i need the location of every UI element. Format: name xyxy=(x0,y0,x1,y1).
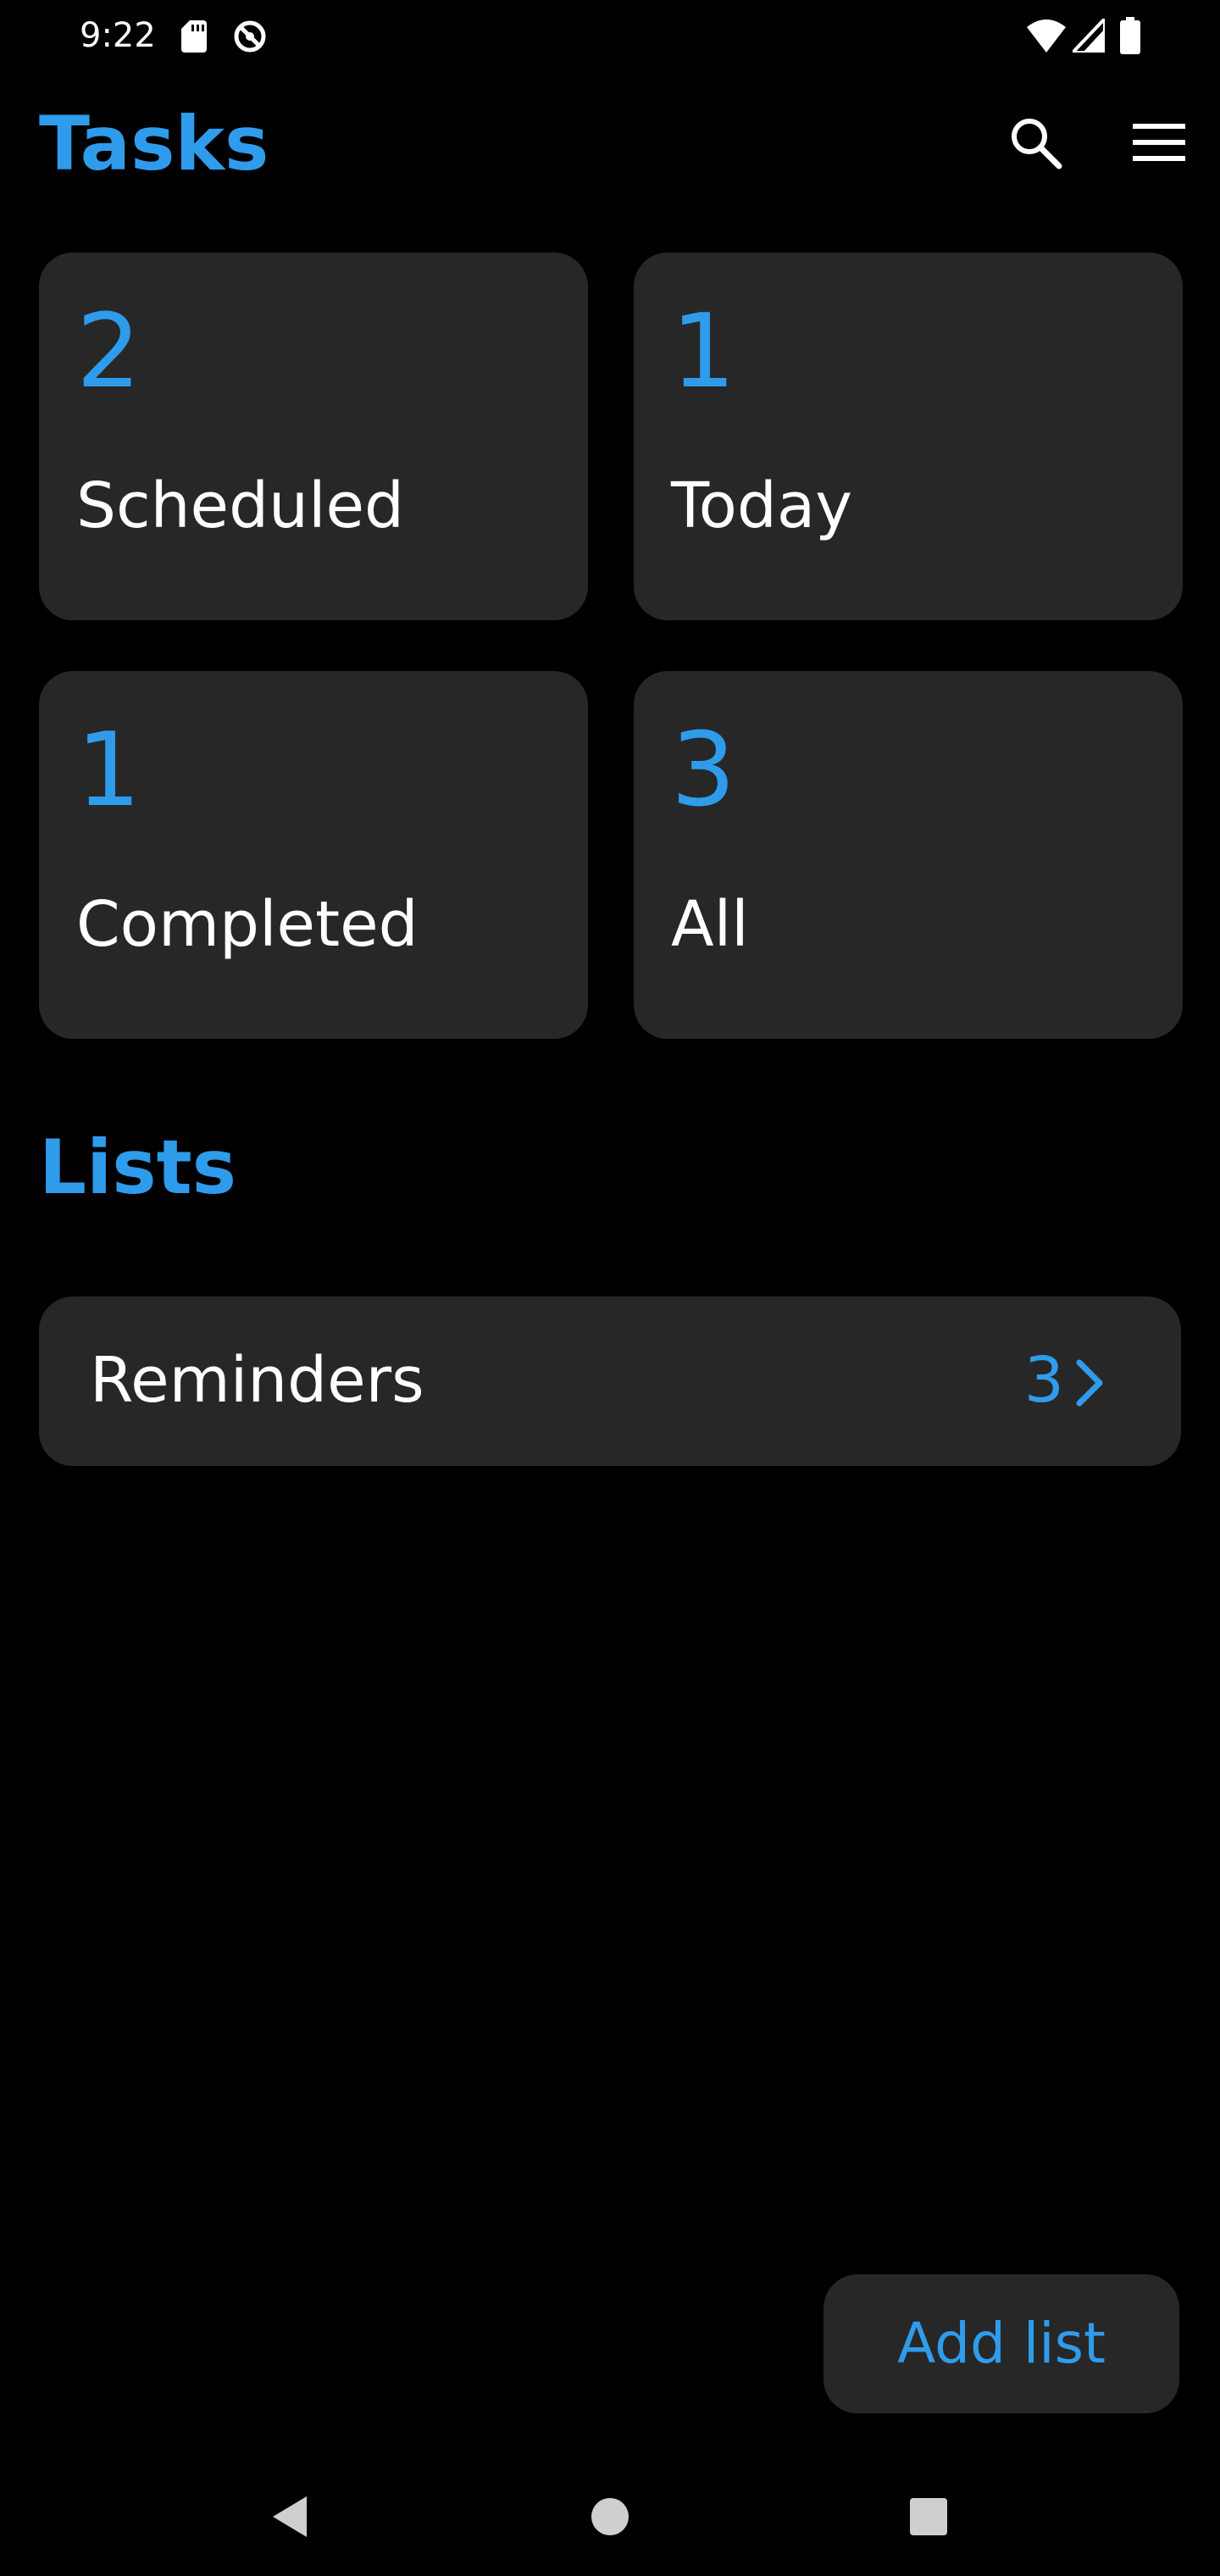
nav-home-button[interactable] xyxy=(559,2474,661,2559)
add-list-button[interactable]: Add list xyxy=(824,2274,1179,2413)
status-time: 9:22 xyxy=(80,16,156,55)
all-count: 3 xyxy=(671,712,736,830)
wifi-icon xyxy=(1027,19,1066,53)
all-label: All xyxy=(671,888,749,961)
menu-button[interactable] xyxy=(1118,102,1200,183)
scheduled-card[interactable]: 2 Scheduled xyxy=(39,253,588,620)
status-bar: 9:22 xyxy=(0,0,1220,71)
chevron-right-icon xyxy=(1076,1359,1103,1407)
home-icon xyxy=(591,2498,629,2535)
today-label: Today xyxy=(671,469,853,542)
search-button[interactable] xyxy=(995,102,1076,183)
completed-card[interactable]: 1 Completed xyxy=(39,671,588,1039)
completed-label: Completed xyxy=(76,888,419,961)
recents-icon xyxy=(910,2498,947,2535)
list-item-name: Reminders xyxy=(90,1344,424,1417)
sd-card-icon xyxy=(181,20,207,53)
back-icon xyxy=(273,2496,307,2537)
all-card[interactable]: 3 All xyxy=(634,671,1183,1039)
nav-recents-button[interactable] xyxy=(878,2474,979,2559)
today-count: 1 xyxy=(671,293,736,411)
data-saver-icon xyxy=(234,20,266,53)
app-title: Tasks xyxy=(39,100,269,187)
menu-icon xyxy=(1133,124,1185,161)
completed-count: 1 xyxy=(76,712,141,830)
scheduled-count: 2 xyxy=(76,293,141,411)
today-card[interactable]: 1 Today xyxy=(634,253,1183,620)
lists-heading: Lists xyxy=(39,1124,237,1211)
nav-back-button[interactable] xyxy=(239,2474,341,2559)
battery-icon xyxy=(1120,17,1140,54)
list-item-count: 3 xyxy=(1023,1344,1064,1417)
search-icon xyxy=(1012,119,1062,169)
scheduled-label: Scheduled xyxy=(76,469,405,542)
cellular-signal-icon xyxy=(1073,19,1105,53)
list-item-reminders[interactable]: Reminders 3 xyxy=(39,1296,1181,1466)
